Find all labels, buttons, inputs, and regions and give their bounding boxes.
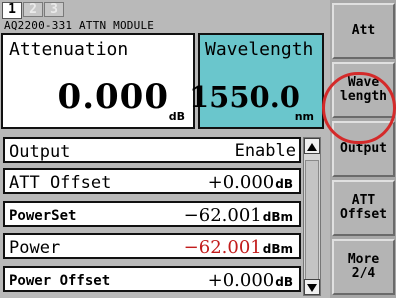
- list-item-powerset[interactable]: PowerSet −62.001dBm: [3, 201, 301, 227]
- attenuation-panel[interactable]: Attenuation 0.000 dB: [1, 33, 195, 129]
- tab-3[interactable]: 3: [44, 2, 64, 17]
- list-item-value: +0.000dB: [207, 270, 293, 291]
- list-item-power-offset[interactable]: Power Offset +0.000dB: [3, 266, 301, 292]
- module-title: AQ2200-331 ATTN MODULE: [4, 19, 155, 32]
- list-item-output[interactable]: Output Enable: [3, 137, 301, 163]
- list-item-power[interactable]: Power −62.001dBm: [3, 233, 301, 259]
- scrollbar-thumb[interactable]: [305, 160, 319, 280]
- list-item-label: PowerSet: [9, 208, 77, 224]
- tab-1[interactable]: 1: [2, 2, 22, 19]
- list-item-value: −62.001dBm: [183, 237, 293, 258]
- scrollbar[interactable]: [303, 137, 321, 296]
- screen-area: 1 2 3 AQ2200-331 ATTN MODULE Attenuation…: [0, 0, 330, 298]
- wavelength-label: Wavelength: [205, 39, 314, 60]
- attenuation-unit: dB: [168, 110, 185, 123]
- softkey-att-offset[interactable]: ATT Offset: [332, 180, 395, 236]
- softkey-panel: Att Wave length Output ATT Offset More 2…: [330, 0, 396, 298]
- list-item-value: −62.001dBm: [183, 205, 293, 226]
- attenuation-value: 0.000: [57, 77, 169, 117]
- tab-2[interactable]: 2: [23, 2, 43, 17]
- highlight-ring: [322, 72, 396, 144]
- triangle-down-icon[interactable]: [304, 279, 320, 295]
- attenuation-label: Attenuation: [9, 39, 129, 60]
- triangle-up-icon[interactable]: [304, 138, 320, 154]
- list-item-value: Enable: [234, 141, 296, 161]
- wavelength-panel[interactable]: Wavelength 1550.0 nm: [189, 33, 324, 129]
- parameter-list: Output Enable ATT Offset +0.000dB PowerS…: [1, 133, 324, 298]
- list-item-att-offset[interactable]: ATT Offset +0.000dB: [3, 168, 301, 194]
- list-item-value: +0.000dB: [207, 172, 293, 193]
- list-item-label: Output: [9, 142, 71, 162]
- softkey-att[interactable]: Att: [332, 3, 395, 59]
- list-item-label: ATT Offset: [9, 173, 112, 193]
- softkey-more[interactable]: More 2/4: [332, 239, 395, 295]
- list-item-label: Power Offset: [9, 273, 111, 289]
- wavelength-value: 1550.0: [189, 80, 300, 114]
- wavelength-unit: nm: [294, 110, 314, 123]
- list-item-label: Power: [9, 238, 61, 258]
